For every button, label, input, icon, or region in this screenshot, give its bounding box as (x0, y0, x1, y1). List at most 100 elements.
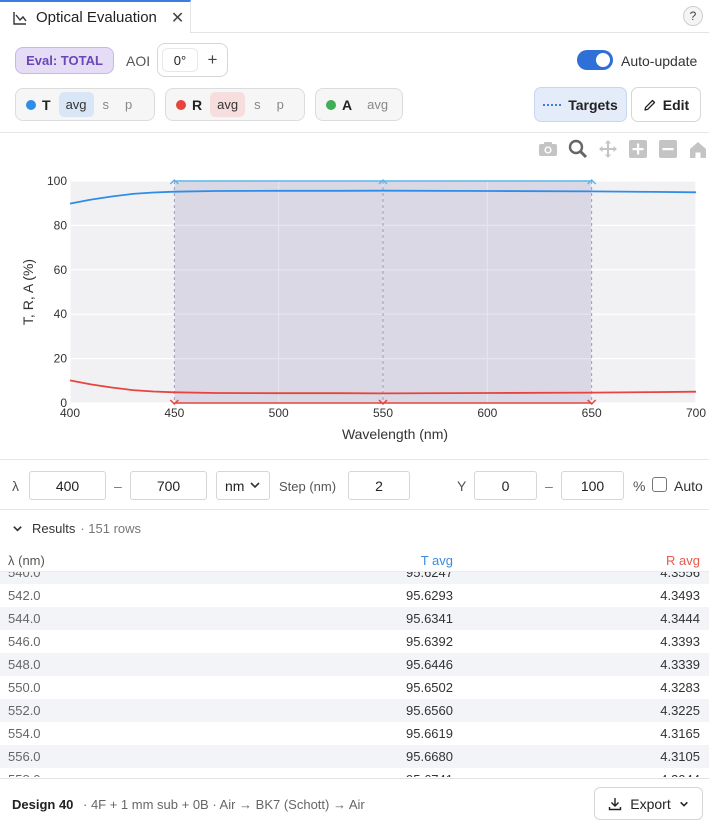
table-row[interactable]: 554.0 95.6619 4.3165 (0, 722, 709, 745)
x-tick-label: 450 (164, 406, 184, 420)
series-t-s-option[interactable]: s (96, 92, 117, 117)
design-name: Design 40 (12, 797, 74, 812)
unit-select[interactable]: nm (216, 471, 270, 500)
spectrum-chart[interactable]: 020406080100400 450 500 550 600 650 700Wavelen… (0, 165, 709, 455)
export-label: Export (630, 795, 671, 812)
series-t-color-dot (26, 99, 36, 110)
column-header-t-avg[interactable]: T avg (421, 553, 453, 568)
status-footer: Design 40 · 4F + 1 mm sub + 0B · Air → B… (0, 778, 709, 825)
x-tick-label: 650 (582, 406, 602, 420)
export-button[interactable]: Export (594, 787, 703, 820)
table-row[interactable]: 558.0 95.6741 4.3044 (0, 768, 709, 777)
edit-button[interactable]: Edit (631, 87, 701, 122)
results-table-scroll[interactable]: 540.0 95.6247 4.3556 542.0 95.6293 4.3493 544.… (0, 572, 709, 777)
cell-r-avg: 4.3044 (660, 772, 700, 777)
camera-icon[interactable] (537, 138, 559, 160)
cell-wavelength: 552.0 (8, 703, 41, 718)
cell-r-avg: 4.3339 (660, 657, 700, 672)
aoi-increment-button[interactable]: + (198, 50, 227, 70)
close-icon[interactable]: ✕ (171, 8, 184, 28)
cell-wavelength: 540.0 (8, 572, 41, 580)
targets-button[interactable]: Targets (534, 87, 627, 122)
divider (0, 509, 709, 510)
table-row[interactable]: 552.0 95.6560 4.3225 (0, 699, 709, 722)
x-tick-label: 550 (373, 406, 393, 420)
x-tick-label: 400 (60, 406, 80, 420)
series-group-t: T avg s p (15, 88, 155, 121)
y-min-input[interactable]: 0 (474, 471, 537, 500)
auto-range-label: Auto (674, 478, 703, 494)
results-table-body: 540.0 95.6247 4.3556 542.0 95.6293 4.3493 544.… (0, 572, 709, 777)
divider (0, 459, 709, 460)
cell-t-avg: 95.6247 (406, 572, 453, 580)
cell-wavelength: 556.0 (8, 749, 41, 764)
percent-unit: % (633, 478, 646, 494)
y-tick-label: 100 (47, 174, 67, 188)
cell-r-avg: 4.3105 (660, 749, 700, 764)
x-tick-label: 500 (269, 406, 289, 420)
dotted-line-icon (543, 103, 562, 106)
cell-t-avg: 95.6741 (406, 772, 453, 777)
series-t-p-option[interactable]: p (118, 92, 139, 117)
table-row[interactable]: 548.0 95.6446 4.3339 (0, 653, 709, 676)
plot-modebar (537, 138, 709, 162)
zoom-in-icon[interactable] (627, 138, 649, 160)
y-max-input[interactable]: 100 (561, 471, 624, 500)
edit-label: Edit (662, 96, 690, 113)
cell-wavelength: 548.0 (8, 657, 41, 672)
x-tick-label: 700 (686, 406, 706, 420)
column-header-r-avg[interactable]: R avg (666, 553, 700, 568)
tab-optical-evaluation[interactable]: Optical Evaluation ✕ (0, 0, 191, 33)
results-row-count: · 151 rows (80, 521, 142, 536)
auto-update-label: Auto-update (621, 53, 698, 69)
table-row[interactable]: 540.0 95.6247 4.3556 (0, 572, 709, 584)
cell-r-avg: 4.3556 (660, 572, 700, 580)
cell-r-avg: 4.3444 (660, 611, 700, 626)
wavelength-max-input[interactable]: 700 (130, 471, 207, 500)
auto-range-checkbox[interactable] (652, 477, 667, 492)
series-r-avg-option[interactable]: avg (210, 92, 246, 117)
series-a-avg-option[interactable]: avg (360, 92, 395, 117)
cell-r-avg: 4.3393 (660, 634, 700, 649)
table-row[interactable]: 556.0 95.6680 4.3105 (0, 745, 709, 768)
cell-r-avg: 4.3493 (660, 588, 700, 603)
chart-icon (13, 11, 27, 25)
y-tick-label: 20 (54, 352, 68, 366)
wavelength-min-input[interactable]: 400 (29, 471, 106, 500)
series-group-a: A avg (315, 88, 403, 121)
tab-bar: Optical Evaluation ✕ ? (0, 0, 709, 33)
home-icon[interactable] (687, 138, 709, 160)
auto-update-toggle[interactable] (577, 50, 613, 70)
column-header-wavelength[interactable]: λ (nm) (8, 553, 45, 568)
table-row[interactable]: 542.0 95.6293 4.3493 (0, 584, 709, 607)
pan-icon[interactable] (597, 138, 619, 160)
table-row[interactable]: 550.0 95.6502 4.3283 (0, 676, 709, 699)
help-button[interactable]: ? (683, 6, 703, 26)
table-row[interactable]: 546.0 95.6392 4.3393 (0, 630, 709, 653)
unit-value: nm (225, 477, 245, 494)
cell-wavelength: 558.0 (8, 772, 41, 777)
zoom-out-icon[interactable] (657, 138, 679, 160)
zoom-icon[interactable] (567, 138, 589, 160)
step-input[interactable]: 2 (348, 471, 410, 500)
cell-wavelength: 554.0 (8, 726, 41, 741)
series-r-p-option[interactable]: p (270, 92, 291, 117)
cell-t-avg: 95.6446 (406, 657, 453, 672)
cell-t-avg: 95.6392 (406, 634, 453, 649)
cell-wavelength: 550.0 (8, 680, 41, 695)
download-icon (609, 797, 622, 810)
series-t-avg-option[interactable]: avg (58, 92, 94, 117)
series-r-s-option[interactable]: s (247, 92, 268, 117)
results-toggle[interactable]: Results · 151 rows (12, 521, 141, 536)
series-r-color-dot (176, 99, 186, 110)
cell-t-avg: 95.6293 (406, 588, 453, 603)
aoi-input[interactable]: 0° (162, 48, 198, 72)
cell-wavelength: 542.0 (8, 588, 41, 603)
table-row[interactable]: 544.0 95.6341 4.3444 (0, 607, 709, 630)
y-range-label: Y (457, 478, 467, 494)
eval-mode-button[interactable]: Eval: TOTAL (15, 47, 114, 74)
results-title: Results (32, 521, 76, 536)
toggle-knob (596, 53, 610, 67)
wavelength-range-label: λ (12, 478, 19, 494)
step-label: Step (nm) (279, 479, 337, 494)
